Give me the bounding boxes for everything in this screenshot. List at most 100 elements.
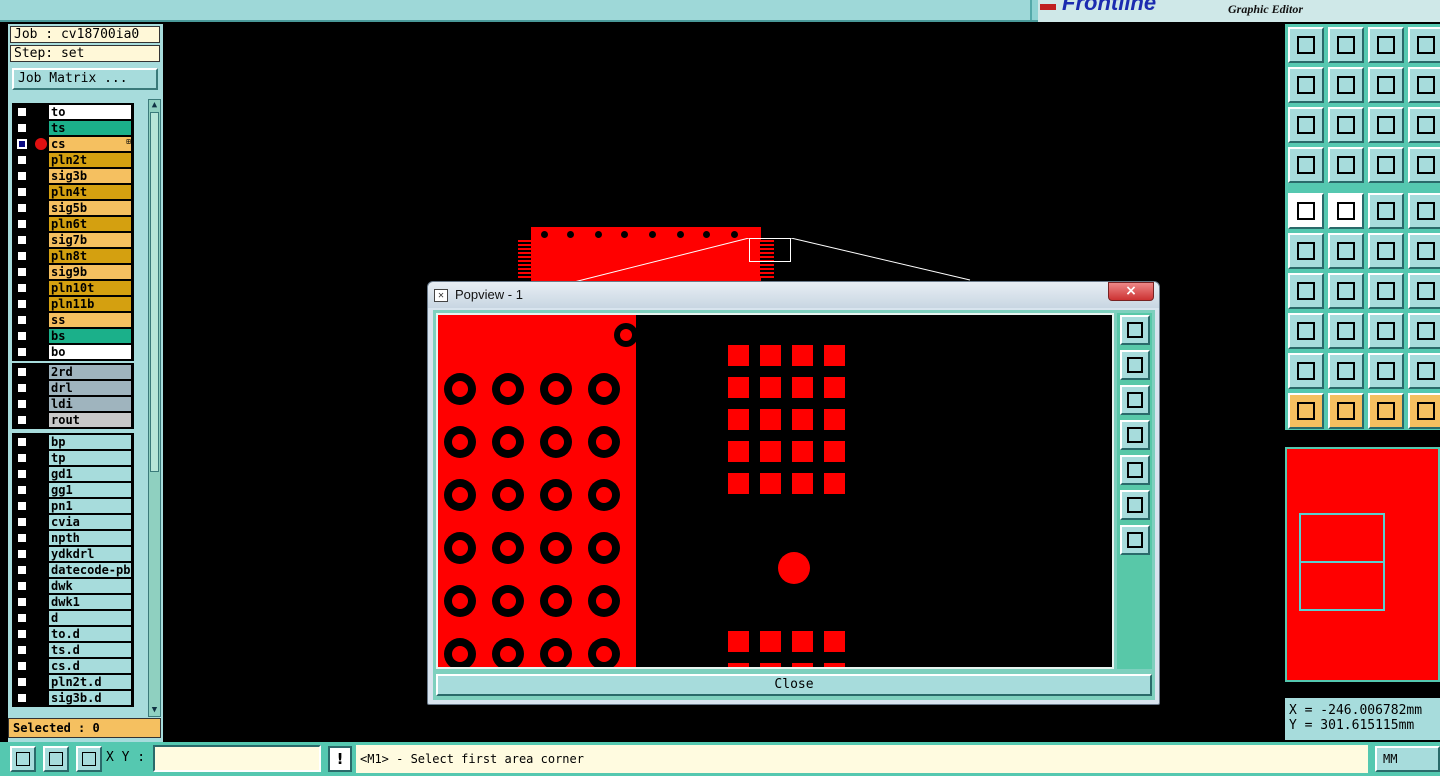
layer-row[interactable]: npth — [13, 530, 133, 546]
layer-checkbox[interactable] — [17, 645, 27, 655]
layer-checkbox[interactable] — [17, 107, 27, 117]
triangle-b-tool-button[interactable] — [1408, 353, 1440, 389]
layer-row[interactable]: cvia — [13, 514, 133, 530]
layer-checkbox[interactable] — [17, 485, 27, 495]
zoom-back-tool-button[interactable] — [1368, 67, 1404, 103]
scroll-thumb[interactable] — [150, 112, 159, 472]
layer-name[interactable]: pln6t — [49, 217, 131, 231]
select-arrow-circle-tool-button[interactable] — [1368, 393, 1404, 429]
layer-checkbox[interactable] — [17, 581, 27, 591]
layer-row[interactable]: pln6t — [13, 216, 133, 232]
layer-row[interactable]: ydkdrl — [13, 546, 133, 562]
layer-name[interactable]: sig9b — [49, 265, 131, 279]
layer-name[interactable]: pln2t.d — [49, 675, 131, 689]
job-matrix-button[interactable]: Job Matrix ... — [12, 68, 158, 90]
popview-canvas[interactable] — [436, 313, 1114, 669]
layer-name[interactable]: pln8t — [49, 249, 131, 263]
layer-checkbox[interactable] — [17, 437, 27, 447]
layer-row[interactable]: sig5b — [13, 200, 133, 216]
snap-button[interactable] — [10, 746, 36, 772]
layer-row[interactable]: dwk1 — [13, 594, 133, 610]
triangle-up-tool-button[interactable] — [1328, 353, 1364, 389]
zoom-out-button[interactable] — [1120, 525, 1150, 555]
layer-name[interactable]: 2rd — [49, 365, 131, 379]
triangle-a-tool-button[interactable] — [1368, 353, 1404, 389]
layer-row[interactable]: ts.d — [13, 642, 133, 658]
zoom-in-button[interactable] — [1120, 490, 1150, 520]
layer-row[interactable]: dwk — [13, 578, 133, 594]
layer-checkbox[interactable] — [17, 501, 27, 511]
angle-button[interactable] — [43, 746, 69, 772]
layer-checkbox[interactable] — [17, 267, 27, 277]
home-tool-button[interactable] — [1368, 27, 1404, 63]
layer-row[interactable]: pln4t — [13, 184, 133, 200]
shape-tool-tool-button[interactable] — [1408, 313, 1440, 349]
layer-checkbox[interactable] — [17, 315, 27, 325]
layer-name[interactable]: datecode-pbe — [49, 563, 131, 577]
pan-up-button[interactable] — [1120, 350, 1150, 380]
layer-name[interactable]: cvia — [49, 515, 131, 529]
layer-name[interactable]: sig3b — [49, 169, 131, 183]
close-icon[interactable]: × — [1108, 282, 1154, 301]
grid-button[interactable] — [76, 746, 102, 772]
scale-1-2-tool-button[interactable] — [1368, 107, 1404, 143]
layer-name[interactable]: to — [49, 105, 131, 119]
warning-button[interactable]: ! — [328, 746, 352, 772]
overview-map[interactable] — [1285, 447, 1440, 682]
draw-line-tool-button[interactable] — [1288, 273, 1324, 309]
stretch-tool-button[interactable] — [1408, 67, 1440, 103]
layer-row[interactable]: to.d — [13, 626, 133, 642]
layer-row[interactable]: pn1 — [13, 498, 133, 514]
ruler-tool-button[interactable] — [1368, 193, 1404, 229]
layer-row[interactable]: d — [13, 610, 133, 626]
layer-row[interactable]: bp — [13, 434, 133, 450]
layer-name[interactable]: pln2t — [49, 153, 131, 167]
triangle-tool-button[interactable] — [1288, 353, 1324, 389]
layer-checkbox[interactable] — [17, 415, 27, 425]
layer-name[interactable]: rout — [49, 413, 131, 427]
measure-tool-button[interactable] — [1368, 313, 1404, 349]
pan-left-tool-button[interactable] — [1288, 67, 1324, 103]
window-split-tool-button[interactable] — [1408, 27, 1440, 63]
layer-checkbox[interactable] — [17, 203, 27, 213]
pointer-node-tool-button[interactable] — [1408, 233, 1440, 269]
select-arrow-tool-button[interactable] — [1288, 393, 1324, 429]
layer-row[interactable]: gd1 — [13, 466, 133, 482]
layer-row[interactable]: ldi — [13, 396, 133, 412]
layer-name[interactable]: bp — [49, 435, 131, 449]
layer-checkbox[interactable] — [17, 235, 27, 245]
pad-shape-tool-button[interactable] — [1408, 193, 1440, 229]
layer-name[interactable]: sig7b — [49, 233, 131, 247]
display-mode-b-tool-button[interactable] — [1408, 147, 1440, 183]
select-arrow-box-tool-button[interactable] — [1328, 393, 1364, 429]
layer-name[interactable]: ts — [49, 121, 131, 135]
layer-name[interactable]: bs — [49, 329, 131, 343]
layer-checkbox[interactable] — [17, 399, 27, 409]
pan-left-button[interactable] — [1120, 420, 1150, 450]
layer-checkbox[interactable] — [17, 661, 27, 671]
layer-name[interactable]: sig3b.d — [49, 691, 131, 705]
layer-checkbox[interactable] — [17, 187, 27, 197]
layer-name[interactable]: ldi — [49, 397, 131, 411]
arc-tool-button[interactable] — [1368, 273, 1404, 309]
layer-checkbox[interactable] — [17, 219, 27, 229]
layer-tools-tool-button[interactable] — [1288, 147, 1324, 183]
layer-name[interactable]: to.d — [49, 627, 131, 641]
split-line-tool-button[interactable] — [1328, 313, 1364, 349]
layer-checkbox[interactable] — [17, 565, 27, 575]
pan-right-button[interactable] — [1120, 455, 1150, 485]
layer-row[interactable]: cs ⊞ — [13, 136, 133, 152]
layer-checkbox[interactable] — [17, 517, 27, 527]
layer-name[interactable]: d — [49, 611, 131, 625]
layer-row[interactable]: tp — [13, 450, 133, 466]
layer-row[interactable]: 2rd — [13, 364, 133, 380]
layer-name[interactable]: npth — [49, 531, 131, 545]
draw-line-red-tool-button[interactable] — [1328, 273, 1364, 309]
layer-checkbox[interactable] — [17, 693, 27, 703]
layer-name[interactable]: pln4t — [49, 185, 131, 199]
layer-checkbox[interactable] — [17, 469, 27, 479]
layer-checkbox[interactable] — [17, 629, 27, 639]
layer-row[interactable]: ts — [13, 120, 133, 136]
layer-name[interactable]: dwk — [49, 579, 131, 593]
layer-name[interactable]: gd1 — [49, 467, 131, 481]
